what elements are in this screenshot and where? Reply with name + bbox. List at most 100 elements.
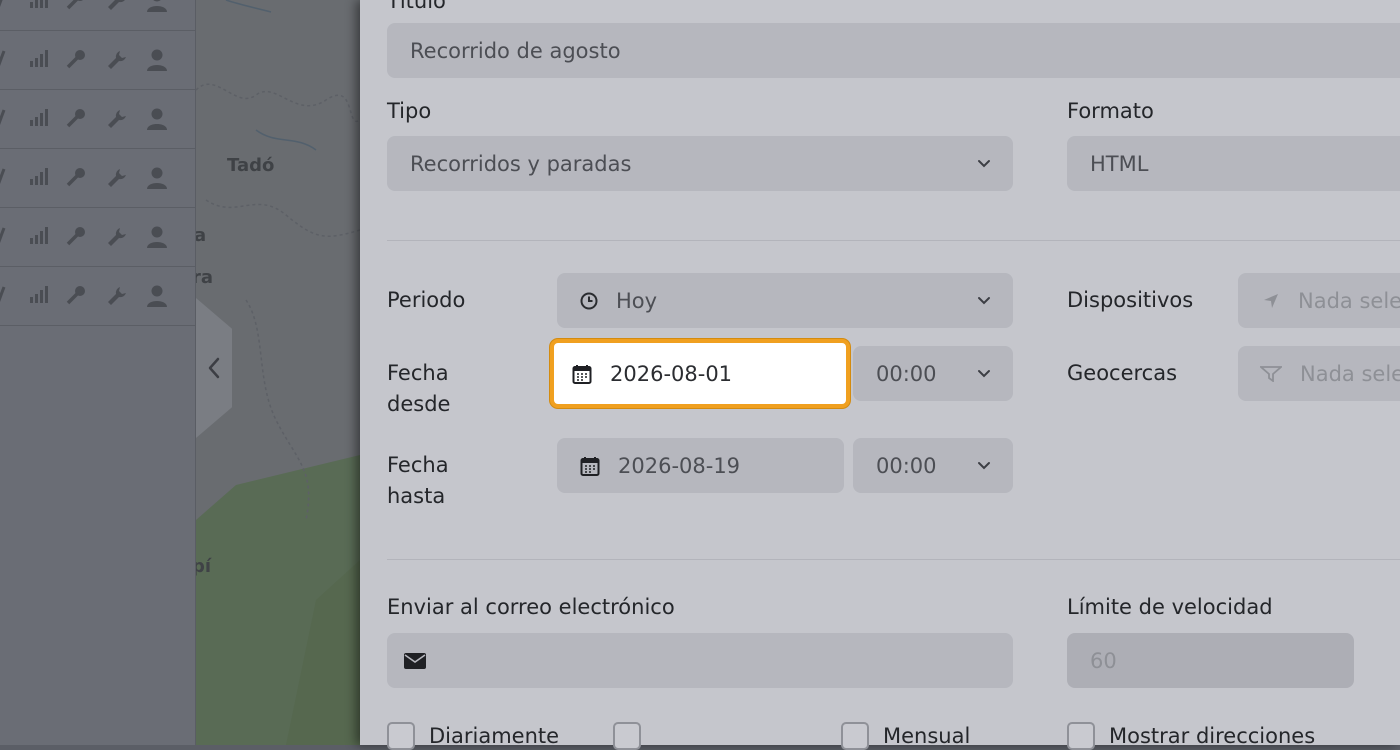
dispositivos-label: Dispositivos (1067, 288, 1194, 312)
speed-limit-input[interactable]: 60 (1067, 633, 1354, 688)
wrench-icon (106, 226, 128, 248)
dispositivos-select[interactable]: Nada selec (1238, 273, 1400, 328)
envelope-icon (404, 652, 426, 669)
tipo-label: Tipo (387, 99, 432, 123)
tipo-select[interactable]: Recorridos y paradas (387, 136, 1013, 191)
key-icon (66, 285, 86, 305)
chevron-down-icon (978, 369, 990, 377)
user-icon (146, 167, 168, 189)
checkbox-box[interactable] (841, 722, 869, 750)
signal-icon (0, 226, 6, 246)
user-icon (146, 285, 168, 307)
speed-limit-placeholder: 60 (1090, 648, 1117, 673)
hora-hasta-select[interactable]: 00:00 (853, 438, 1013, 493)
section-divider (387, 559, 1400, 560)
wrench-icon (106, 167, 128, 189)
checkbox-box[interactable] (613, 722, 641, 750)
key-icon (66, 226, 86, 246)
signal-icon (0, 285, 6, 305)
device-row[interactable] (0, 267, 195, 326)
device-row[interactable] (0, 0, 195, 31)
chevron-down-icon (978, 296, 990, 304)
filter-icon (1260, 365, 1282, 382)
user-icon (146, 226, 168, 248)
signal-icon (0, 0, 6, 10)
map-label: ra (196, 267, 214, 288)
email-input[interactable] (387, 633, 1013, 688)
title-input-value: Recorrido de agosto (410, 38, 621, 63)
checkbox-box[interactable] (1067, 722, 1095, 750)
fecha-hasta-label-line2: hasta (387, 484, 446, 508)
dispositivos-placeholder: Nada selec (1298, 288, 1400, 313)
checkbox-daily[interactable]: Diariamente (387, 722, 559, 750)
formato-select[interactable]: HTML (1067, 136, 1400, 191)
checkbox-show-addresses[interactable]: Mostrar direcciones (1067, 722, 1315, 750)
email-label: Enviar al correo electrónico (387, 595, 675, 619)
clock-icon (580, 292, 598, 310)
signal-icon (0, 108, 6, 128)
checkbox-weekly[interactable] (613, 722, 655, 750)
periodo-label: Periodo (387, 288, 466, 312)
map-label: a (196, 225, 207, 246)
wrench-icon (106, 49, 128, 71)
fecha-desde-label-line2: desde (387, 392, 451, 416)
signal-bars-icon (30, 0, 50, 8)
key-icon (66, 167, 86, 187)
chevron-down-icon (978, 461, 990, 469)
map-label-tado: Tadó (227, 155, 275, 176)
checkbox-monthly-label: Mensual (883, 724, 971, 748)
key-icon (66, 108, 86, 128)
fecha-desde-input[interactable]: 2026-08-01 (550, 339, 850, 408)
calendar-icon (580, 456, 600, 476)
tipo-select-value: Recorridos y paradas (410, 151, 632, 176)
device-row[interactable] (0, 31, 195, 90)
wrench-icon (106, 285, 128, 307)
section-divider (387, 240, 1400, 241)
signal-bars-icon (30, 167, 50, 185)
formato-select-value: HTML (1090, 151, 1149, 176)
speed-limit-label: Límite de velocidad (1067, 595, 1273, 619)
checkbox-daily-label: Diariamente (429, 724, 560, 748)
device-row[interactable] (0, 208, 195, 267)
user-icon (146, 108, 168, 130)
user-icon (146, 49, 168, 71)
chevron-left-icon (208, 357, 220, 379)
device-list-panel (0, 0, 196, 745)
signal-icon (0, 167, 6, 187)
wrench-icon (106, 108, 128, 130)
key-icon (66, 0, 86, 10)
wrench-icon (106, 0, 128, 12)
hora-hasta-value: 00:00 (876, 453, 937, 478)
formato-label: Formato (1067, 99, 1154, 123)
device-row[interactable] (0, 90, 195, 149)
map-label: pí (196, 556, 212, 577)
device-row[interactable] (0, 149, 195, 208)
fecha-hasta-input[interactable]: 2026-08-19 (557, 438, 844, 493)
location-arrow-icon (1262, 292, 1280, 310)
checkbox-box[interactable] (387, 722, 415, 750)
geocercas-placeholder: Nada selec (1300, 361, 1400, 386)
fecha-desde-value: 2026-08-01 (610, 361, 733, 386)
title-label: Título (387, 0, 446, 13)
fecha-desde-label-line1: Fecha (387, 361, 449, 385)
checkbox-show-addresses-label: Mostrar direcciones (1109, 724, 1316, 748)
title-input[interactable]: Recorrido de agosto (387, 23, 1400, 78)
user-icon (146, 0, 168, 12)
hora-desde-select[interactable]: 00:00 (853, 346, 1013, 401)
hora-desde-value: 00:00 (876, 361, 937, 386)
fecha-hasta-value: 2026-08-19 (618, 453, 741, 478)
chevron-down-icon (978, 159, 990, 167)
periodo-select[interactable]: Hoy (557, 273, 1013, 328)
geocercas-select[interactable]: Nada selec (1238, 346, 1400, 401)
fecha-hasta-label-line1: Fecha (387, 453, 449, 477)
calendar-icon (572, 364, 592, 384)
key-icon (66, 49, 86, 69)
signal-bars-icon (30, 108, 50, 126)
signal-bars-icon (30, 285, 50, 303)
geocercas-label: Geocercas (1067, 361, 1178, 385)
signal-bars-icon (30, 49, 50, 67)
checkbox-monthly[interactable]: Mensual (841, 722, 970, 750)
signal-bars-icon (30, 226, 50, 244)
signal-icon (0, 49, 6, 69)
periodo-select-value: Hoy (616, 288, 658, 313)
